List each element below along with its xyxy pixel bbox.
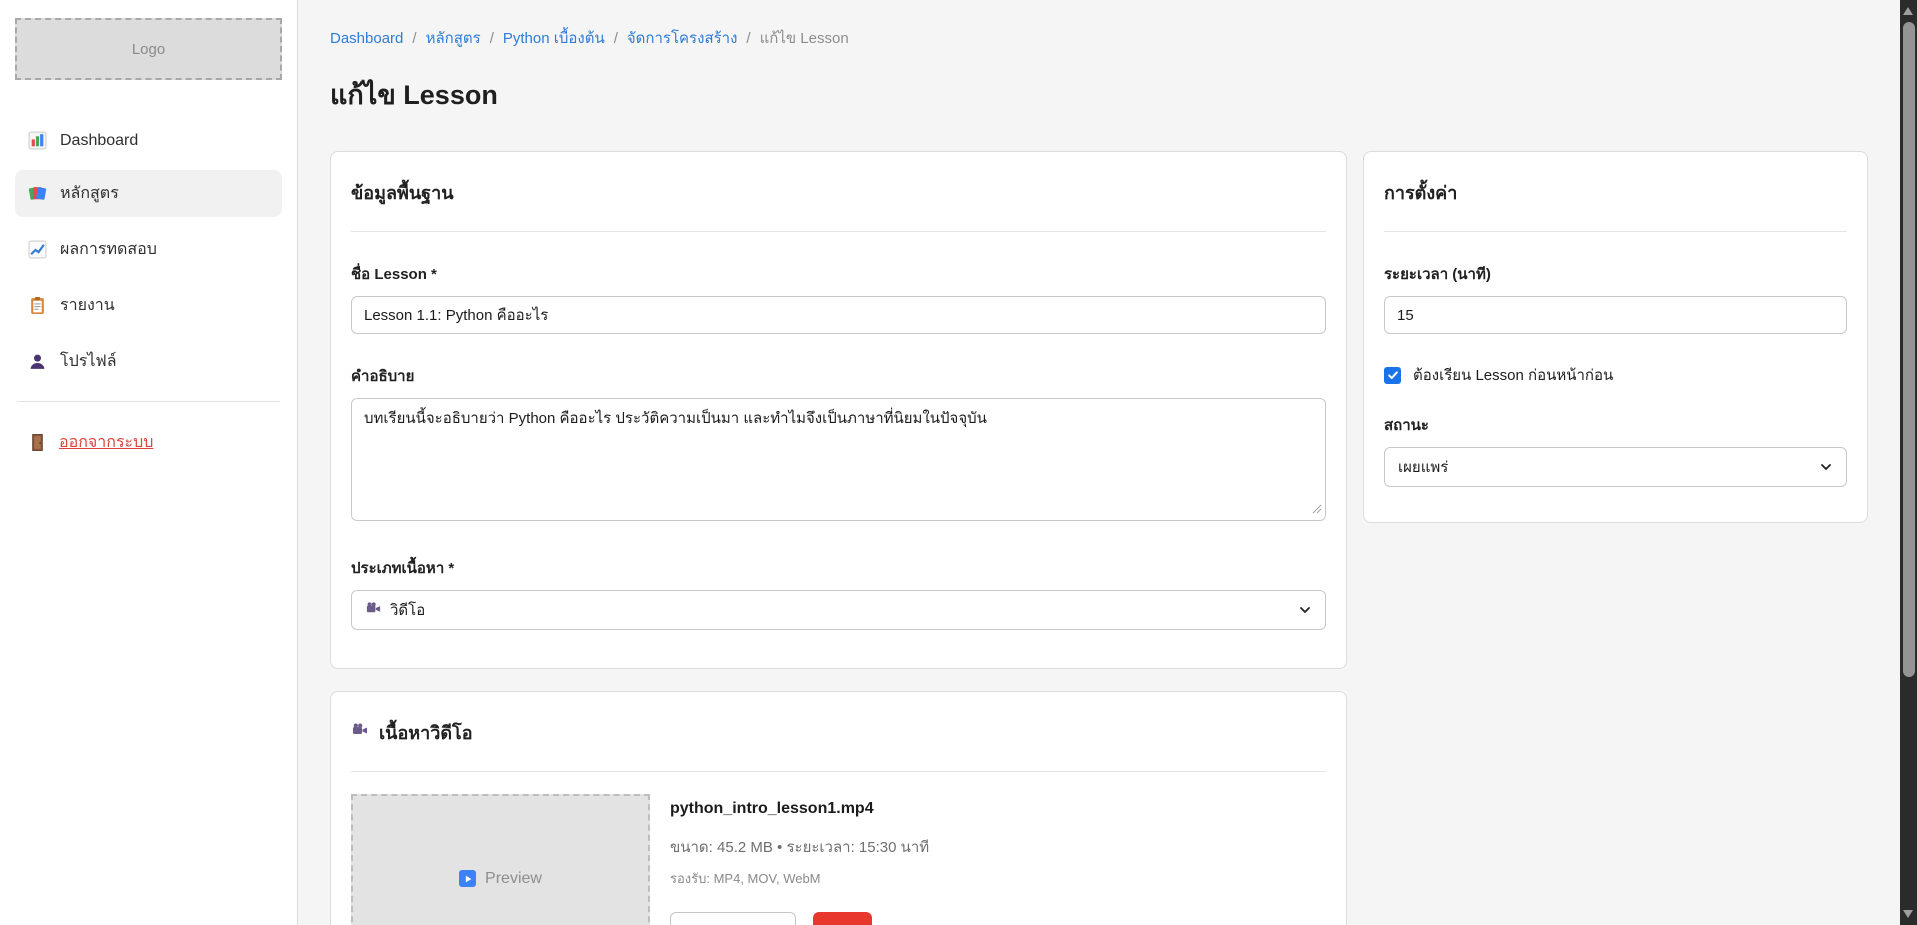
breadcrumb-link-course[interactable]: Python เบื้องต้น (503, 30, 605, 47)
video-filename: python_intro_lesson1.mp4 (670, 800, 929, 818)
delete-video-button[interactable]: ลบ (813, 912, 872, 925)
settings-title: การตั้งค่า (1384, 178, 1457, 207)
status-value: เผยแพร่ (1398, 455, 1448, 479)
sidebar-item-label: โปรไฟล์ (60, 349, 117, 374)
content-type-label: ประเภทเนื้อหา * (351, 556, 1326, 580)
sidebar-item-label: ผลการทดสอบ (60, 237, 157, 262)
description-label: คำอธิบาย (351, 364, 1326, 388)
sidebar-item-reports[interactable]: รายงาน (15, 282, 282, 329)
preview-label: Preview (485, 870, 542, 888)
prerequisite-label: ต้องเรียน Lesson ก่อนหน้าก่อน (1413, 363, 1613, 387)
scrollbar-down-arrow-icon[interactable] (1903, 910, 1913, 918)
sidebar-divider (17, 401, 280, 402)
breadcrumb-link-courses[interactable]: หลักสูตร (426, 30, 481, 47)
play-icon (459, 870, 476, 887)
sidebar-item-courses[interactable]: หลักสูตร (15, 170, 282, 217)
vertical-scrollbar[interactable] (1900, 0, 1917, 925)
video-content-header: เนื้อหาวิดีโอ (351, 712, 1326, 772)
duration-input[interactable] (1384, 296, 1847, 334)
chevron-down-icon (1298, 603, 1312, 617)
video-preview[interactable]: Preview (351, 794, 650, 925)
video-meta: ขนาด: 45.2 MB • ระยะเวลา: 15:30 นาที (670, 835, 929, 859)
settings-card: การตั้งค่า ระยะเวลา (นาที) ต้องเรียน Les… (1363, 151, 1868, 523)
person-icon (28, 352, 47, 371)
basic-info-title: ข้อมูลพื้นฐาน (351, 178, 454, 207)
breadcrumb-separator: / (746, 30, 750, 47)
scrollbar-up-arrow-icon[interactable] (1903, 7, 1913, 15)
logo-placeholder: Logo (15, 18, 282, 80)
breadcrumb-separator: / (490, 30, 494, 47)
breadcrumb: Dashboard / หลักสูตร / Python เบื้องต้น / จัดก… (330, 26, 1868, 50)
checkbox-checked-icon[interactable] (1384, 367, 1401, 384)
sidebar-item-profile[interactable]: โปรไฟล์ (15, 338, 282, 385)
books-icon (28, 184, 47, 203)
scrollbar-thumb[interactable] (1903, 22, 1915, 677)
breadcrumb-separator: / (412, 30, 416, 47)
page-title: แก้ไข Lesson (330, 73, 1868, 116)
lesson-name-input[interactable] (351, 296, 1326, 334)
status-select[interactable]: เผยแพร่ (1384, 447, 1847, 487)
logout-link[interactable]: ออกจากระบบ (15, 430, 282, 455)
settings-header: การตั้งค่า (1384, 172, 1847, 232)
breadcrumb-link-dashboard[interactable]: Dashboard (330, 30, 403, 47)
sidebar-item-test-results[interactable]: ผลการทดสอบ (15, 226, 282, 273)
description-textarea[interactable]: บทเรียนนี้จะอธิบายว่า Python คืออะไร ประ… (351, 398, 1326, 521)
status-label: สถานะ (1384, 413, 1847, 437)
duration-label: ระยะเวลา (นาที) (1384, 262, 1847, 286)
video-content-card: เนื้อหาวิดีโอ Preview python_intro_lesso… (330, 691, 1347, 925)
video-supported-formats: รองรับ: MP4, MOV, WebM (670, 868, 929, 889)
basic-info-card: ข้อมูลพื้นฐาน ชื่อ Lesson * คำอธิบาย บทเ… (330, 151, 1347, 669)
breadcrumb-separator: / (614, 30, 618, 47)
chart-increasing-icon (28, 240, 47, 259)
chevron-down-icon (1819, 460, 1833, 474)
resize-handle-icon[interactable] (1312, 501, 1322, 519)
movie-camera-icon (365, 600, 382, 621)
breadcrumb-link-structure[interactable]: จัดการโครงสร้าง (627, 30, 738, 47)
sidebar-item-dashboard[interactable]: Dashboard (15, 120, 282, 161)
video-details: python_intro_lesson1.mp4 ขนาด: 45.2 MB •… (670, 794, 929, 925)
door-icon (28, 433, 47, 452)
change-video-button[interactable]: เปลี่ยนวิดีโอ (670, 912, 796, 925)
sidebar-item-label: หลักสูตร (60, 181, 119, 206)
sidebar-item-label: Dashboard (60, 132, 138, 150)
lesson-name-label: ชื่อ Lesson * (351, 262, 1326, 286)
sidebar: Logo Dashboard หลักสูตร ผลการทดสอบ รายงา… (0, 0, 298, 925)
sidebar-item-label: รายงาน (60, 293, 115, 318)
breadcrumb-current: แก้ไข Lesson (760, 30, 849, 47)
bar-chart-icon (28, 131, 47, 150)
video-content-title: เนื้อหาวิดีโอ (379, 718, 473, 747)
logout-label: ออกจากระบบ (59, 430, 153, 455)
basic-info-header: ข้อมูลพื้นฐาน (351, 172, 1326, 232)
prerequisite-checkbox-row[interactable]: ต้องเรียน Lesson ก่อนหน้าก่อน (1384, 363, 1847, 387)
main-content: Dashboard / หลักสูตร / Python เบื้องต้น / จัดก… (298, 0, 1917, 925)
content-type-select[interactable]: วิดีโอ (351, 590, 1326, 630)
logo-text: Logo (132, 41, 165, 58)
clipboard-icon (28, 296, 47, 315)
movie-camera-icon (351, 721, 369, 744)
content-type-value: วิดีโอ (390, 598, 425, 622)
